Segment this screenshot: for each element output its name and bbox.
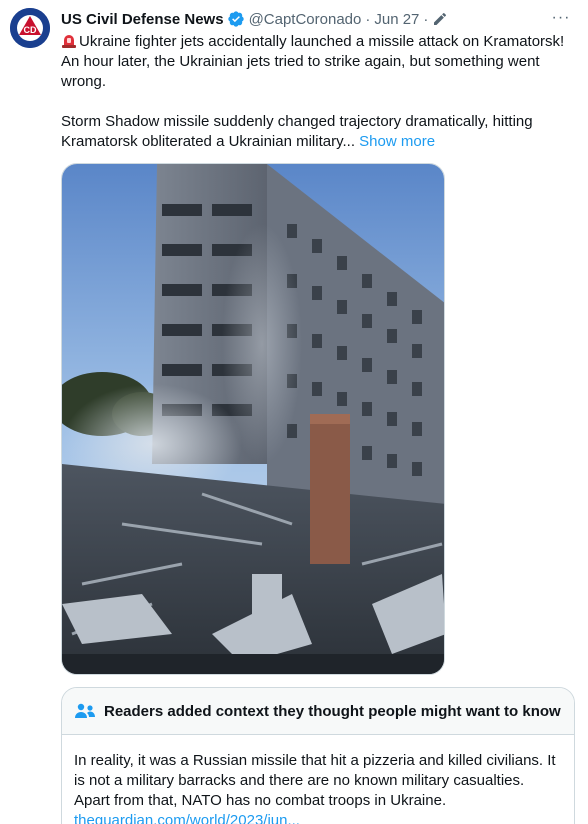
tweet-text-line-2: Storm Shadow missile suddenly changed tr… (61, 113, 533, 150)
separator-2: · (423, 10, 429, 28)
pencil-icon[interactable] (432, 11, 448, 27)
tweet-text: Ukraine fighter jets accidentally launch… (61, 32, 571, 152)
community-note-body: In reality, it was a Russian missile tha… (62, 735, 574, 824)
community-note-text: In reality, it was a Russian missile tha… (74, 752, 556, 809)
author-name[interactable]: US Civil Defense News (61, 11, 224, 28)
tweet-paragraph-1: Ukraine fighter jets accidentally launch… (61, 32, 571, 92)
more-icon[interactable]: ··· (550, 8, 572, 28)
community-note-link[interactable]: theguardian.com/world/2023/jun... (74, 811, 562, 824)
siren-emoji-icon (62, 35, 76, 48)
show-more-link[interactable]: Show more (359, 133, 435, 150)
community-note-heading: Readers added context they thought peopl… (104, 702, 561, 720)
avatar-text: CD (24, 25, 37, 35)
separator: · (365, 10, 371, 28)
community-note: Readers added context they thought peopl… (61, 687, 575, 824)
tweet-header: US Civil Defense News @CaptCoronado · Ju… (61, 8, 572, 30)
tweet-media[interactable] (61, 163, 445, 675)
community-note-header: Readers added context they thought peopl… (62, 688, 574, 735)
tweet-text-line-1: Ukraine fighter jets accidentally launch… (61, 33, 565, 90)
author-handle[interactable]: @CaptCoronado (249, 11, 362, 28)
civil-defense-logo-icon: CD (10, 8, 50, 48)
people-icon (75, 703, 95, 718)
verified-badge-icon[interactable] (227, 10, 245, 28)
tweet-paragraph-2: Storm Shadow missile suddenly changed tr… (61, 112, 571, 152)
avatar[interactable]: CD (10, 8, 50, 48)
tweet-date[interactable]: Jun 27 (374, 11, 419, 28)
media-image (62, 164, 444, 674)
